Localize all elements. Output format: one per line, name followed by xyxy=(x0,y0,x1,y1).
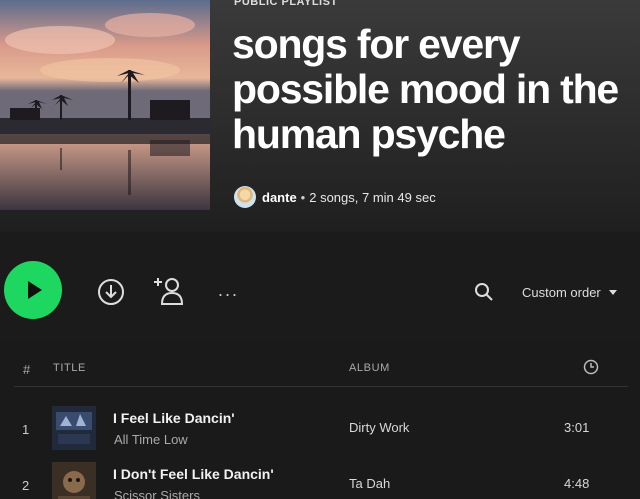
header-divider xyxy=(14,386,628,387)
track-list-header: # TITLE ALBUM xyxy=(0,356,640,382)
track-duration: 4:48 xyxy=(564,476,590,491)
search-icon xyxy=(475,283,493,301)
play-icon xyxy=(28,281,42,299)
track-album-art xyxy=(52,406,96,450)
column-title[interactable]: TITLE xyxy=(53,362,86,374)
playlist-meta: dante • 2 songs, 7 min 49 sec xyxy=(234,186,436,208)
track-number: 2 xyxy=(22,478,30,493)
playlist-header: PUBLIC PLAYLIST songs for every possible… xyxy=(0,0,640,232)
clock-icon[interactable] xyxy=(583,359,599,375)
more-options-button[interactable]: ... xyxy=(218,280,244,300)
track-title[interactable]: I Don't Feel Like Dancin' xyxy=(113,466,274,482)
search-in-playlist-button[interactable] xyxy=(474,282,494,302)
meta-separator: • xyxy=(300,189,306,205)
track-row[interactable]: 1 I Feel Like Dancin' All Time Low Dirty… xyxy=(0,400,640,456)
playlist-summary: 2 songs, 7 min 49 sec xyxy=(309,189,436,205)
track-list: # TITLE ALBUM 1 I Feel Like Dancin' All … xyxy=(0,342,640,499)
column-album[interactable]: ALBUM xyxy=(349,362,390,374)
owner-name[interactable]: dante xyxy=(262,190,297,205)
track-title[interactable]: I Feel Like Dancin' xyxy=(113,410,235,426)
column-number: # xyxy=(23,362,31,377)
chevron-down-icon xyxy=(608,289,617,295)
playlist-cover-image[interactable] xyxy=(0,0,210,210)
track-album-art xyxy=(52,462,96,499)
add-collaborator-button[interactable] xyxy=(152,272,188,308)
track-album[interactable]: Dirty Work xyxy=(349,420,409,435)
download-icon xyxy=(98,279,124,305)
sort-order-select[interactable]: Custom order xyxy=(522,282,617,302)
playlist-type-label: PUBLIC PLAYLIST xyxy=(234,0,338,8)
download-button[interactable] xyxy=(96,277,126,307)
track-duration: 3:01 xyxy=(564,420,590,435)
track-number: 1 xyxy=(22,422,30,437)
track-artist[interactable]: Scissor Sisters xyxy=(114,488,200,499)
playlist-title: songs for every possible mood in the hum… xyxy=(232,21,619,157)
add-user-icon xyxy=(154,278,184,305)
play-button[interactable] xyxy=(4,261,62,319)
owner-avatar[interactable] xyxy=(234,186,256,208)
track-row[interactable]: 2 I Don't Feel Like Dancin' Scissor Sist… xyxy=(0,456,640,499)
action-bar: ... Custom order xyxy=(0,232,640,342)
track-artist[interactable]: All Time Low xyxy=(114,432,188,447)
track-album[interactable]: Ta Dah xyxy=(349,476,390,491)
sort-order-label: Custom order xyxy=(522,284,601,300)
